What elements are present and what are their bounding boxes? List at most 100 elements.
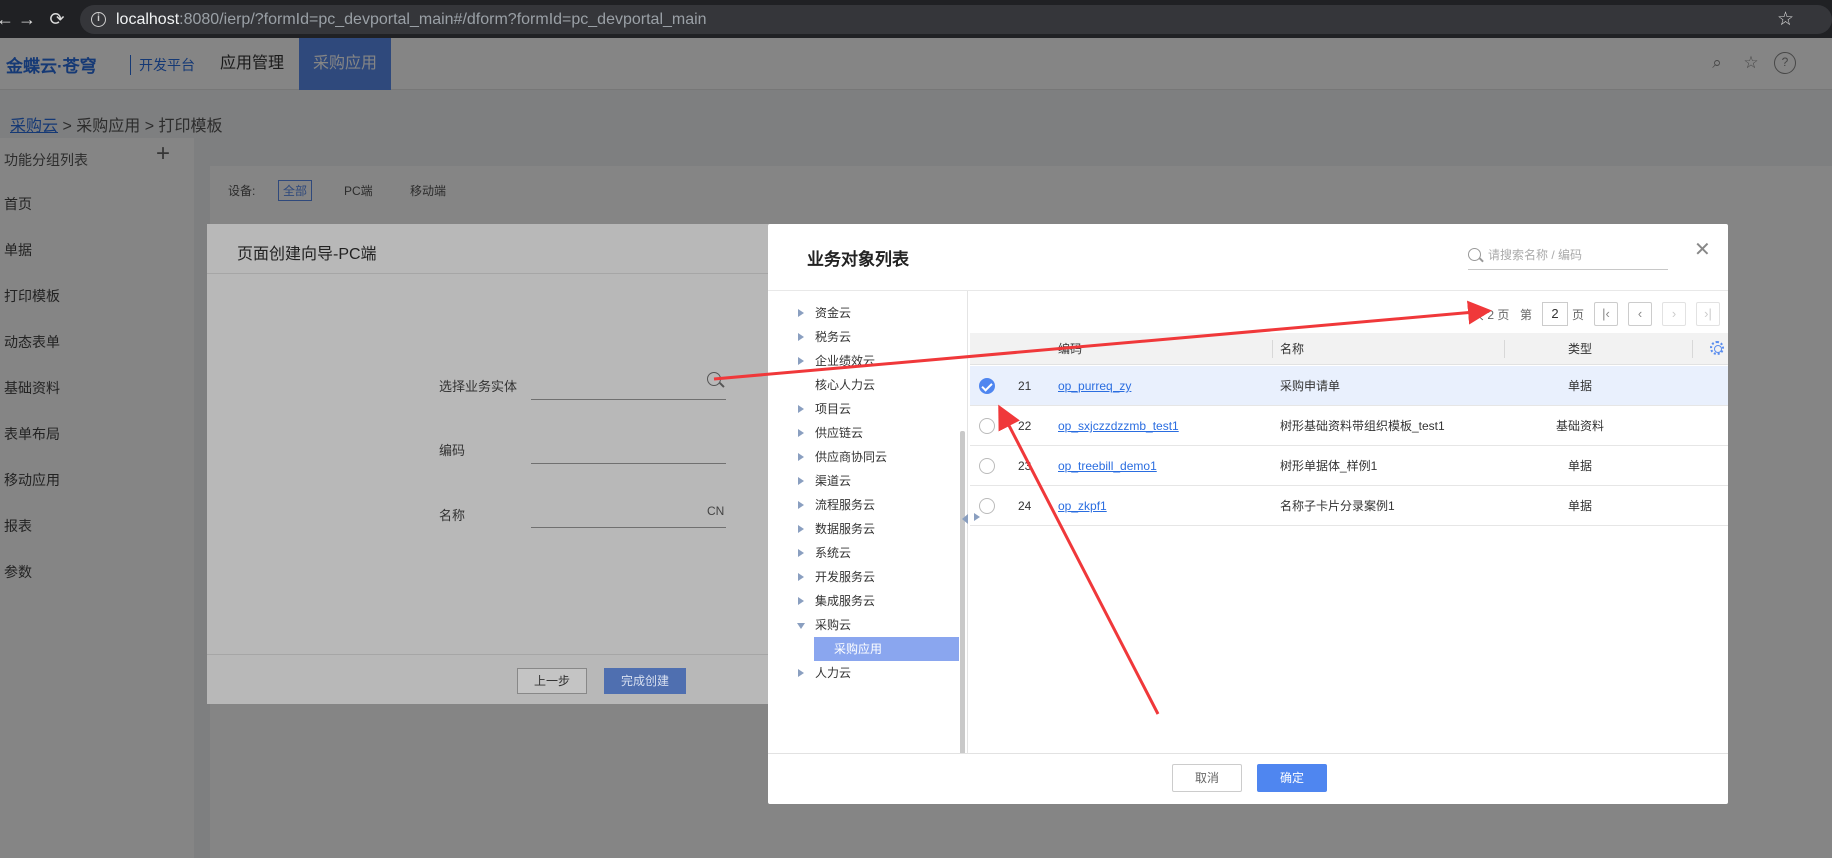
code-field[interactable] [531, 463, 726, 464]
expand-caret-icon[interactable] [798, 669, 804, 677]
table-row[interactable]: 23 op_treebill_demo1 树形单据体_样例1 单据 [970, 446, 1728, 486]
row-radio[interactable] [979, 458, 995, 474]
tree-item[interactable]: 税务云 [768, 325, 958, 349]
expand-caret-icon[interactable] [798, 333, 804, 341]
row-code-link[interactable]: op_treebill_demo1 [1058, 446, 1157, 486]
confirm-button[interactable]: 确定 [1257, 764, 1327, 792]
row-code-link[interactable]: op_purreq_zy [1058, 366, 1131, 406]
column-divider[interactable] [1272, 340, 1273, 358]
browser-toolbar: ← → ⟳ i localhost:8080/ierp/?formId=pc_d… [0, 0, 1832, 38]
row-code-link[interactable]: op_zkpf1 [1058, 486, 1107, 526]
tree-item[interactable]: 供应商协同云 [768, 445, 958, 469]
expand-caret-icon[interactable] [798, 525, 804, 533]
next-page-icon[interactable]: › [1662, 302, 1686, 326]
pager-page-suffix: 页 [1572, 308, 1585, 322]
tree-scrollbar[interactable] [960, 431, 965, 753]
row-name: 树形单据体_样例1 [1280, 459, 1378, 473]
row-name: 采购申请单 [1280, 379, 1341, 393]
row-type: 单据 [1567, 499, 1592, 513]
pager-page-prefix: 第 [1520, 308, 1533, 322]
tree-item[interactable]: 项目云 [768, 397, 958, 421]
tree-item[interactable]: 企业绩效云 [768, 349, 958, 373]
expand-caret-icon[interactable] [798, 429, 804, 437]
table-row[interactable]: 21 op_purreq_zy 采购申请单 单据 [970, 366, 1728, 406]
business-entity-label: 选择业务实体 [439, 379, 518, 394]
code-label: 编码 [439, 443, 466, 458]
language-indicator[interactable]: CN [707, 504, 724, 518]
column-divider[interactable] [1504, 340, 1505, 358]
forward-icon[interactable]: → [16, 8, 38, 30]
last-page-icon[interactable]: ›| [1696, 302, 1720, 326]
collapse-tree-icon[interactable] [962, 514, 968, 524]
finish-create-button[interactable]: 完成创建 [604, 668, 687, 694]
collapse-caret-icon[interactable] [797, 623, 805, 629]
entity-search-icon[interactable] [707, 372, 721, 386]
cloud-tree: 资金云 税务云 企业绩效云 核心人力云 项目云 供应链云 供应商协同云 渠道云 … [768, 291, 968, 753]
tree-item[interactable]: 供应链云 [768, 421, 958, 445]
tree-item[interactable]: 集成服务云 [768, 589, 958, 613]
object-search-input[interactable] [1488, 245, 1664, 265]
column-header-name[interactable]: 名称 [1280, 333, 1304, 365]
wizard-title: 页面创建向导-PC端 [237, 246, 377, 263]
url-text: localhost:8080/ierp/?formId=pc_devportal… [116, 11, 707, 28]
expand-caret-icon[interactable] [798, 477, 804, 485]
close-icon[interactable]: ✕ [1694, 240, 1711, 260]
row-code-link[interactable]: op_sxjczzdzzmb_test1 [1058, 406, 1179, 446]
row-type: 基础资料 [1555, 419, 1604, 433]
tree-item[interactable]: 流程服务云 [768, 493, 958, 517]
expand-caret-icon[interactable] [798, 573, 804, 581]
previous-step-button[interactable]: 上一步 [517, 668, 588, 694]
bookmark-star-icon[interactable]: ☆ [1777, 8, 1794, 31]
tree-item[interactable]: 数据服务云 [768, 517, 958, 541]
expand-caret-icon[interactable] [798, 453, 804, 461]
row-type: 单据 [1567, 459, 1592, 473]
row-index: 21 [1018, 379, 1032, 393]
expand-caret-icon[interactable] [798, 501, 804, 509]
row-radio[interactable] [979, 418, 995, 434]
expand-caret-icon[interactable] [798, 357, 804, 365]
row-index: 24 [1018, 499, 1032, 513]
tree-item[interactable]: 渠道云 [768, 469, 958, 493]
row-name: 树形基础资料带组织模板_test1 [1280, 419, 1445, 433]
cancel-button[interactable]: 取消 [1172, 764, 1242, 792]
name-field[interactable] [531, 527, 726, 528]
tree-item[interactable]: 资金云 [768, 301, 958, 325]
name-label: 名称 [439, 508, 466, 523]
row-index: 22 [1018, 419, 1032, 433]
dialog-footer-divider [768, 753, 1728, 754]
business-entity-field[interactable] [531, 399, 726, 400]
column-header-type[interactable]: 类型 [1530, 333, 1630, 365]
expand-caret-icon[interactable] [798, 405, 804, 413]
tree-item[interactable]: 系统云 [768, 541, 958, 565]
row-radio-checked[interactable] [979, 378, 995, 394]
search-icon[interactable] [1468, 248, 1481, 261]
table-row[interactable]: 24 op_zkpf1 名称子卡片分录案例1 单据 [970, 486, 1728, 526]
tree-item[interactable]: 核心人力云 [768, 373, 958, 397]
page-number-input[interactable]: 2 [1542, 302, 1568, 326]
expand-caret-icon[interactable] [798, 549, 804, 557]
dialog-title: 业务对象列表 [807, 250, 909, 269]
tree-item-selected[interactable]: 采购应用 [814, 637, 959, 661]
first-page-icon[interactable]: |‹ [1594, 302, 1618, 326]
business-object-list-dialog: 业务对象列表 ✕ 资金云 税务云 企业绩效云 核心人力云 项目云 供应链云 供应… [768, 224, 1728, 804]
pager-total: 共 2 页 [1472, 308, 1510, 322]
column-header-code[interactable]: 编码 [1058, 333, 1082, 365]
row-expand-caret-icon[interactable] [974, 513, 980, 521]
column-settings-gear-icon[interactable] [1710, 341, 1724, 355]
expand-caret-icon[interactable] [798, 597, 804, 605]
grid-header: 编码 名称 类型 [970, 333, 1728, 365]
row-radio[interactable] [979, 498, 995, 514]
back-icon[interactable]: ← [0, 8, 16, 30]
address-bar[interactable]: i localhost:8080/ierp/?formId=pc_devport… [80, 5, 1832, 34]
table-row[interactable]: 22 op_sxjczzdzzmb_test1 树形基础资料带组织模板_test… [970, 406, 1728, 446]
reload-icon[interactable]: ⟳ [46, 8, 68, 30]
expand-caret-icon[interactable] [798, 309, 804, 317]
tree-item[interactable]: 开发服务云 [768, 565, 958, 589]
row-index: 23 [1018, 459, 1032, 473]
tree-item-expanded[interactable]: 采购云 [768, 613, 958, 637]
prev-page-icon[interactable]: ‹ [1628, 302, 1652, 326]
site-info-icon[interactable]: i [91, 12, 106, 27]
column-divider[interactable] [1692, 340, 1693, 358]
row-type: 单据 [1567, 379, 1592, 393]
tree-item[interactable]: 人力云 [768, 661, 958, 685]
